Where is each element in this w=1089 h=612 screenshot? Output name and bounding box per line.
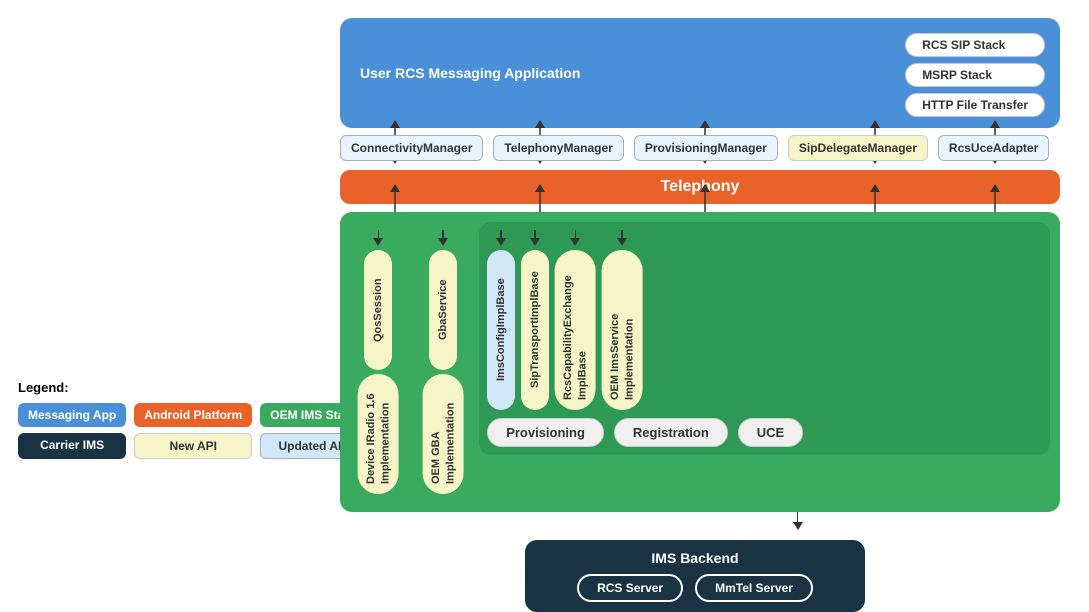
oem-gba-impl-pill: OEM GBA Implementation [423, 374, 464, 494]
user-rcs-label: User RCS Messaging Application [360, 65, 580, 81]
qos-session-pill: QosSession [364, 250, 392, 370]
gba-service-pill: GbaService [429, 250, 457, 370]
oem-ims-area: QosSession Device IRadio 1.6 Implementat… [340, 212, 1060, 512]
legend-title: Legend: [18, 380, 368, 395]
ims-backend-pills: RCS Server MmTel Server [577, 574, 813, 602]
user-rcs-box: User RCS Messaging Application RCS SIP S… [340, 18, 1060, 128]
uce-label: UCE [738, 418, 803, 447]
rcs-server-pill: RCS Server [577, 574, 683, 602]
ims-backend: IMS Backend RCS Server MmTel Server [525, 540, 865, 612]
right-green-section: ImsConfigImplBase SipTransportImplBase [479, 222, 1050, 455]
mmtel-server-pill: MmTel Server [695, 574, 813, 602]
msrp-stack-pill: MSRP Stack [905, 63, 1045, 87]
gba-arrow-top [438, 230, 448, 246]
device-iradio-pill: Device IRadio 1.6 Implementation [358, 374, 399, 494]
legend-grid: Messaging App Android Platform OEM IMS S… [18, 403, 368, 459]
provisioning-label: Provisioning [487, 418, 604, 447]
rcs-capability-col: RcsCapabilityExchange ImplBase [555, 230, 596, 410]
oem-ims-service-col: OEM ImsService Implementation [602, 230, 643, 410]
rcs-sip-stack-pill: RCS SIP Stack [905, 33, 1045, 57]
oem-ims-inner: QosSession Device IRadio 1.6 Implementat… [350, 222, 1050, 502]
legend: Legend: Messaging App Android Platform O… [18, 380, 368, 459]
gba-section: GbaService OEM GBA Implementation [415, 222, 472, 502]
telephony-bar: Telephony [340, 170, 1060, 204]
rcs-capability-impl-pill: RcsCapabilityExchange ImplBase [555, 250, 596, 410]
sub-section-labels: Provisioning Registration UCE [487, 418, 1042, 447]
sip-transport-impl-pill: SipTransportImplBase [521, 250, 549, 410]
ims-backend-title: IMS Backend [651, 550, 738, 566]
backend-arrow-wrapper [525, 512, 1070, 530]
registration-label: Registration [614, 418, 728, 447]
main-diagram: User RCS Messaging Application RCS SIP S… [340, 18, 1070, 612]
diagram-container: Legend: Messaging App Android Platform O… [0, 0, 1089, 601]
telephony-manager: TelephonyManager [493, 135, 623, 161]
ims-config-impl-pill: ImsConfigImplBase [487, 250, 515, 410]
backend-arrow [793, 512, 803, 530]
qos-arrow-top [373, 230, 383, 246]
provisioning-manager: ProvisioningManager [634, 135, 778, 161]
legend-android-platform: Android Platform [134, 403, 252, 427]
connectivity-manager: ConnectivityManager [340, 135, 483, 161]
ims-config-col: ImsConfigImplBase [487, 230, 515, 410]
sip-transport-col: SipTransportImplBase [521, 230, 549, 410]
right-pills-row: ImsConfigImplBase SipTransportImplBase [487, 230, 1042, 410]
legend-new-api: New API [134, 433, 252, 459]
oem-ims-service-impl-pill: OEM ImsService Implementation [602, 250, 643, 410]
qos-session-section: QosSession Device IRadio 1.6 Implementat… [350, 222, 407, 502]
rcs-uce-adapter: RcsUceAdapter [938, 135, 1049, 161]
legend-carrier-ims: Carrier IMS [18, 433, 126, 459]
rcs-stacks: RCS SIP Stack MSRP Stack HTTP File Trans… [905, 33, 1045, 117]
http-file-transfer-pill: HTTP File Transfer [905, 93, 1045, 117]
legend-messaging-app: Messaging App [18, 403, 126, 427]
managers-row: ConnectivityManager TelephonyManager Pro… [340, 132, 1070, 164]
sip-delegate-manager: SipDelegateManager [788, 135, 928, 161]
